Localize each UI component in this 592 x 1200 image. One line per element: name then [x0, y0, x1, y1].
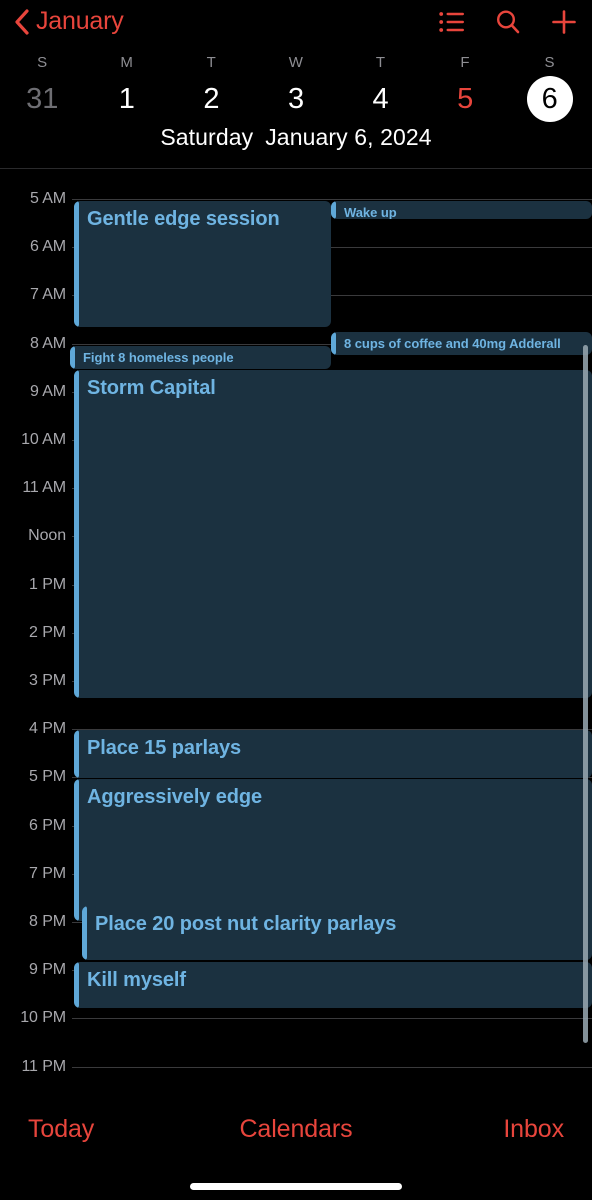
search-button[interactable]	[480, 0, 536, 44]
week-day-cell[interactable]: 31	[0, 74, 85, 124]
week-day-row: 31 1 2 3 4 5 6	[0, 74, 592, 124]
event-title: Wake up	[344, 205, 397, 219]
event-title: Storm Capital	[87, 377, 216, 399]
weekday-initial: W	[288, 53, 304, 71]
weekday-initial: M	[120, 53, 134, 71]
week-day-number: 2	[203, 82, 220, 115]
event-accent-bar	[82, 906, 87, 960]
add-event-button[interactable]	[536, 0, 592, 44]
event-accent-bar	[331, 332, 336, 355]
event-title: 8 cups of coffee and 40mg Adderall	[344, 336, 561, 351]
event-title: Aggressively edge	[87, 786, 263, 808]
nav-actions	[424, 0, 592, 44]
chevron-left-icon	[14, 9, 30, 35]
calendar-event[interactable]: Fight 8 homeless people	[70, 346, 331, 369]
week-day-number: 3	[287, 82, 305, 115]
plus-icon	[551, 9, 577, 35]
event-accent-bar	[74, 730, 79, 778]
calendar-event[interactable]: Gentle edge session	[74, 201, 331, 327]
selected-date-title: Saturday January 6, 2024	[0, 124, 592, 151]
bottom-toolbar: Today Calendars Inbox	[0, 1094, 592, 1164]
week-day-number-selected: 6	[526, 76, 573, 122]
week-day-cell[interactable]: 3	[254, 74, 339, 124]
calendar-event[interactable]: Place 20 post nut clarity parlays	[82, 906, 592, 960]
event-title: Gentle edge session	[87, 208, 280, 230]
events-layer: Gentle edge session Wake up Fight 8 homele…	[0, 169, 592, 1094]
week-day-number: 5	[457, 82, 474, 115]
week-day-cell[interactable]: 1	[85, 74, 170, 124]
event-accent-bar	[74, 201, 79, 327]
event-title: Kill myself	[87, 969, 186, 991]
home-indicator	[190, 1183, 402, 1190]
back-button-label: January	[36, 6, 124, 35]
week-day-number: 4	[372, 82, 389, 115]
event-title: Place 20 post nut clarity parlays	[95, 913, 397, 935]
day-timeline[interactable]: 5 AM 6 AM 7 AM 8 AM 9 AM 10 AM 11 AM Noon 1 PM 2 …	[0, 169, 592, 1094]
weekday-initial: F	[460, 53, 470, 71]
calendar-event[interactable]: Place 15 parlays	[74, 730, 592, 778]
list-view-button[interactable]	[424, 0, 480, 44]
vertical-scrollbar[interactable]	[583, 345, 588, 1043]
week-day-cell[interactable]: 2	[169, 74, 254, 124]
weekday-initial: S	[544, 53, 555, 71]
calendar-event[interactable]: Wake up	[331, 201, 592, 219]
week-strip: S M T W T F S 31 1 2 3 4 5 6	[0, 44, 592, 124]
week-day-cell[interactable]: 6	[507, 74, 592, 124]
inbox-button[interactable]: Inbox	[503, 1115, 564, 1144]
selected-date-weekday: Saturday	[160, 124, 254, 150]
event-accent-bar	[74, 370, 79, 698]
calendar-event[interactable]: Kill myself	[74, 962, 592, 1008]
calendar-event[interactable]: Storm Capital	[74, 370, 592, 698]
event-accent-bar	[74, 779, 79, 921]
weekday-initial: T	[206, 53, 217, 71]
event-accent-bar	[331, 201, 336, 219]
search-icon	[495, 9, 521, 35]
event-title: Place 15 parlays	[87, 737, 242, 759]
week-day-cell[interactable]: 5	[423, 74, 508, 124]
weekday-header-row: SMTWTFS	[0, 50, 592, 74]
week-day-number: 1	[118, 82, 135, 115]
weekday-initial: S	[37, 53, 48, 71]
nav-bar: January	[0, 0, 592, 44]
selected-date-value: January 6, 2024	[265, 124, 432, 150]
list-view-icon	[439, 11, 465, 33]
event-accent-bar	[70, 346, 75, 369]
event-title: Fight 8 homeless people	[83, 350, 234, 365]
calendar-event[interactable]: Aggressively edge	[74, 779, 592, 921]
back-button[interactable]: January	[14, 0, 124, 44]
event-accent-bar	[74, 962, 79, 1008]
week-day-number: 31	[26, 82, 59, 115]
week-day-cell[interactable]: 4	[338, 74, 423, 124]
weekday-initial: T	[375, 53, 386, 71]
calendar-event[interactable]: 8 cups of coffee and 40mg Adderall	[331, 332, 592, 355]
